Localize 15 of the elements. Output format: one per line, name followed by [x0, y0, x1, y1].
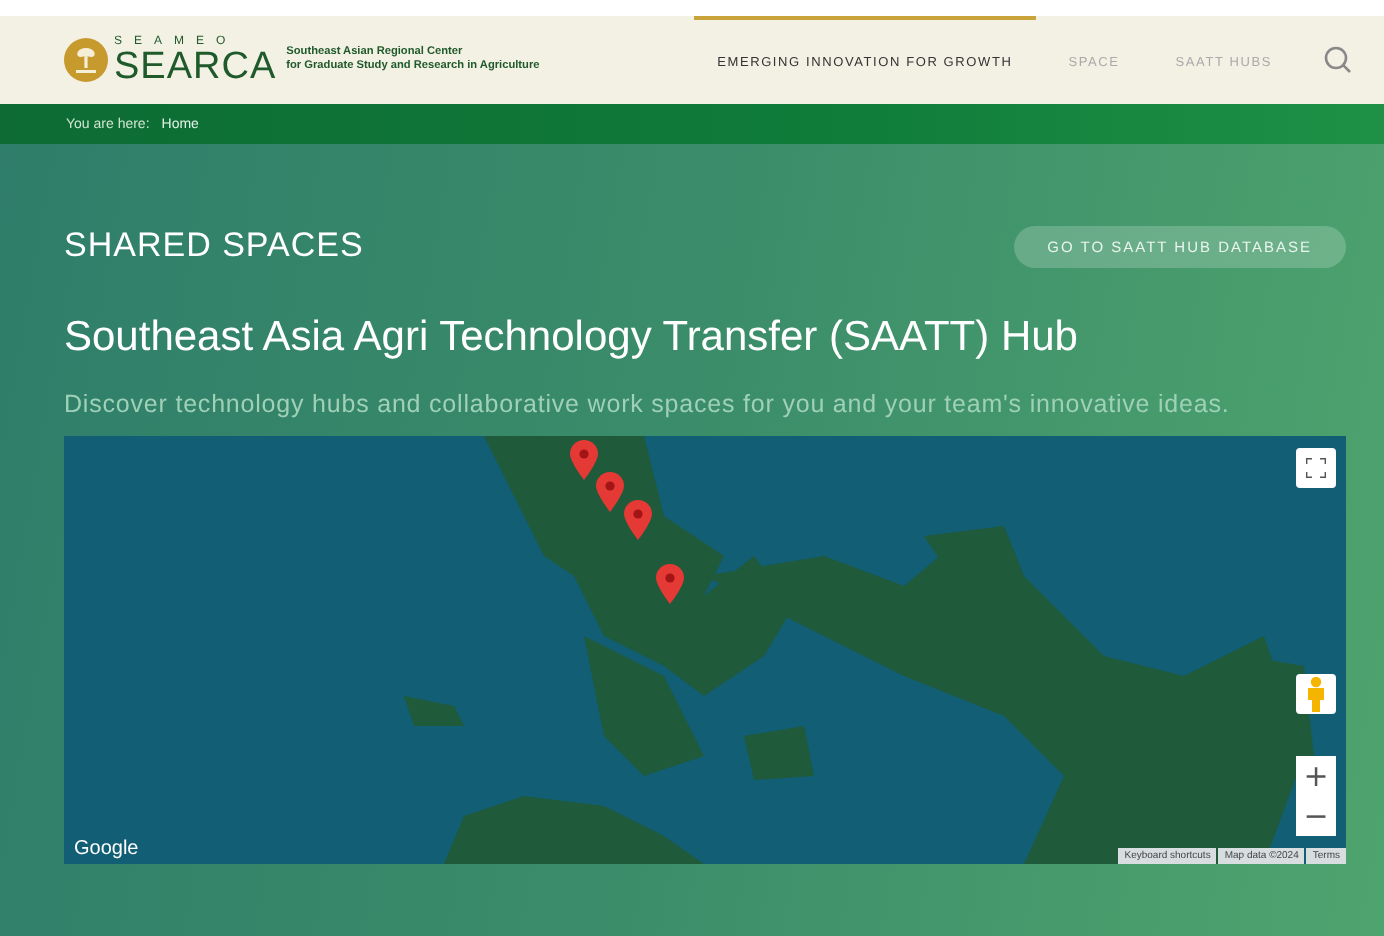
map-pin-icon[interactable]	[570, 440, 598, 480]
section-title: SHARED SPACES	[64, 226, 364, 266]
fullscreen-icon	[1306, 458, 1326, 478]
intro-text: Discover technology hubs and collaborative work spaces for you and your team's innovative ideas.	[64, 390, 1232, 418]
street-view-button[interactable]	[1296, 674, 1336, 714]
tree-emblem-icon	[64, 38, 108, 82]
map-provider-logo: Google	[74, 838, 139, 860]
org-name: SEARCA	[114, 47, 277, 85]
map-pin-icon[interactable]	[624, 500, 652, 540]
map-pin-icon[interactable]	[656, 564, 684, 604]
fullscreen-button[interactable]	[1296, 448, 1336, 488]
person-icon	[1306, 676, 1326, 712]
search-icon[interactable]	[1324, 46, 1352, 74]
page-heading: Southeast Asia Agri Technology Transfer (SAATT) Hub	[64, 314, 1080, 362]
map-pin-icon[interactable]	[596, 472, 624, 512]
